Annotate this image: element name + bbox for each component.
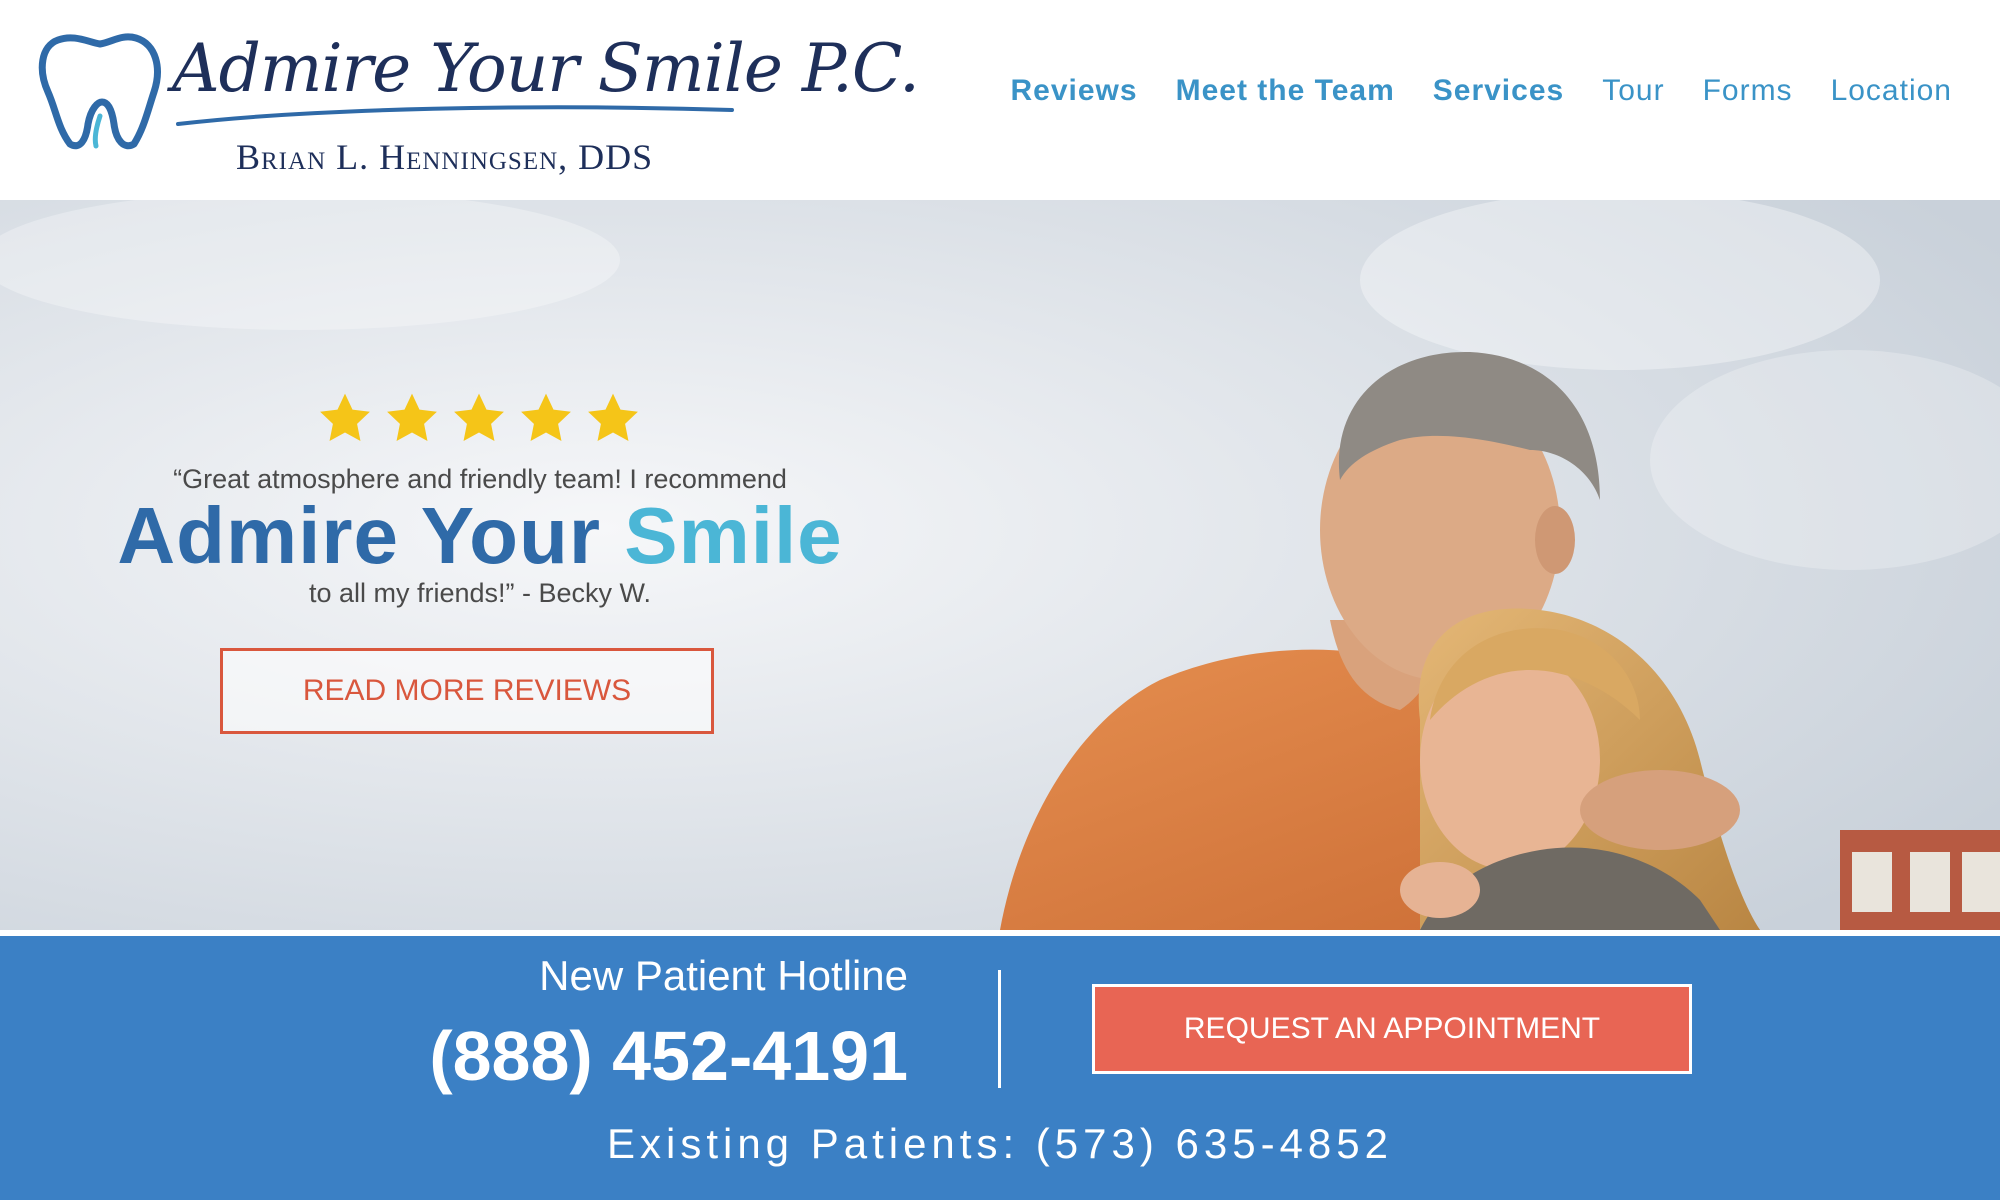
request-appointment-button[interactable]: REQUEST AN APPOINTMENT bbox=[1092, 984, 1692, 1074]
logo-swoosh bbox=[176, 105, 734, 126]
existing-patients-phone[interactable]: Existing Patients: (573) 635-4852 bbox=[0, 1120, 2000, 1168]
headline-accent: Smile bbox=[624, 491, 843, 580]
nav-tour[interactable]: Tour bbox=[1602, 74, 1664, 108]
site-header: Admire Your Smile P.C. Brian L. Hennings… bbox=[0, 0, 2000, 200]
star-icon bbox=[454, 393, 504, 441]
star-icon bbox=[521, 393, 571, 441]
headline-main: Admire Your bbox=[117, 491, 625, 580]
review-quote-line2: to all my friends!” - Becky W. bbox=[308, 578, 652, 608]
star-icon bbox=[387, 393, 437, 441]
hero-headline: Admire Your Smile bbox=[0, 490, 960, 582]
hotline-phone-number[interactable]: (888) 452-4191 bbox=[429, 1016, 908, 1096]
read-more-reviews-button[interactable]: READ MORE REVIEWS bbox=[220, 648, 714, 734]
star-icon bbox=[588, 393, 638, 441]
band-divider bbox=[998, 970, 1001, 1088]
nav-services[interactable]: Services bbox=[1433, 74, 1564, 108]
nav-reviews[interactable]: Reviews bbox=[1011, 74, 1138, 108]
logo-title: Admire Your Smile P.C. bbox=[172, 30, 920, 107]
nav-forms[interactable]: Forms bbox=[1703, 74, 1793, 108]
star-icon bbox=[320, 393, 370, 441]
rating-stars bbox=[316, 390, 642, 448]
logo-subtitle: Brian L. Henningsen, DDS bbox=[236, 137, 654, 177]
contact-band: New Patient Hotline (888) 452-4191 REQUE… bbox=[0, 936, 2000, 1200]
nav-location[interactable]: Location bbox=[1831, 74, 1952, 108]
logo[interactable]: Admire Your Smile P.C. Brian L. Hennings… bbox=[36, 26, 920, 177]
tooth-icon bbox=[38, 33, 161, 150]
hotline-label: New Patient Hotline bbox=[539, 952, 908, 999]
main-nav: Reviews Meet the Team Services Tour Form… bbox=[1011, 74, 1953, 108]
nav-meet-the-team[interactable]: Meet the Team bbox=[1176, 74, 1395, 108]
hero-banner: “Great atmosphere and friendly team! I r… bbox=[0, 200, 2000, 930]
